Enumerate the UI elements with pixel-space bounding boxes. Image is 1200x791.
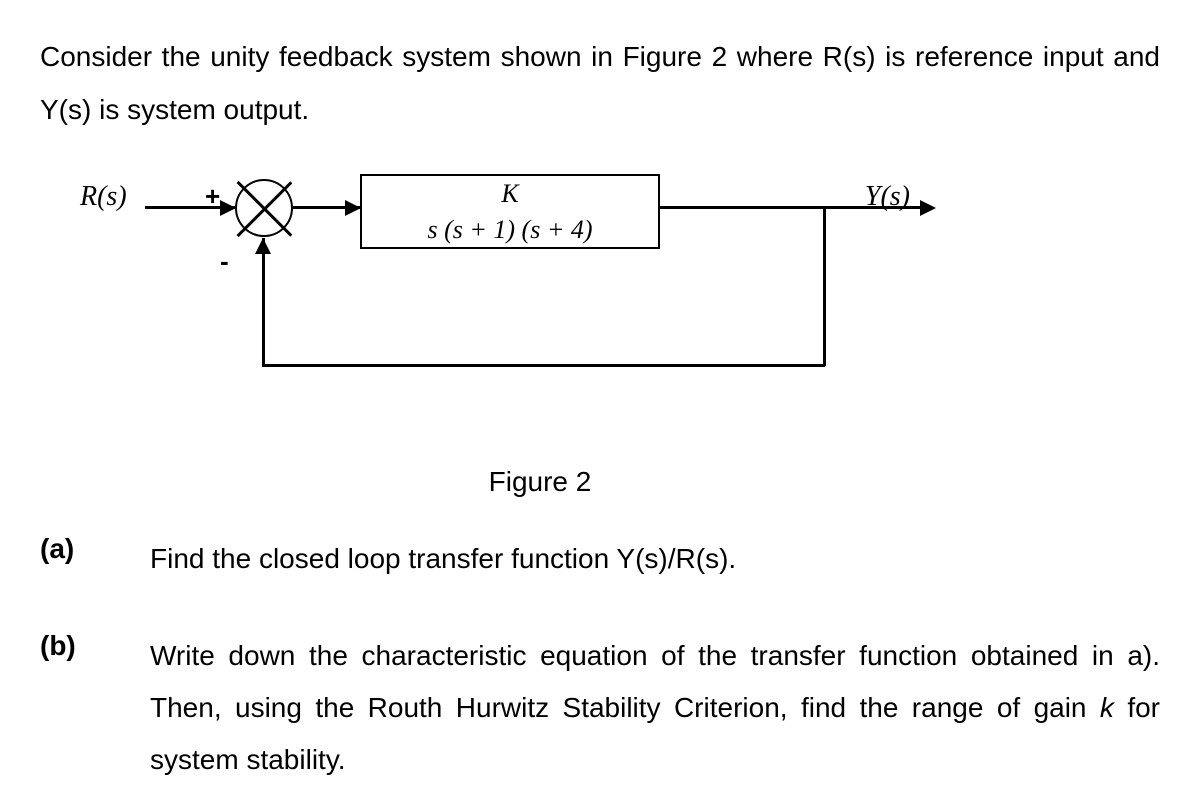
signal-line xyxy=(660,206,825,209)
question-text: Write down the characteristic equation o… xyxy=(150,630,1160,785)
arrow-icon xyxy=(220,200,236,216)
feedback-line xyxy=(823,206,826,366)
input-signal-label: R(s) xyxy=(80,181,127,213)
output-signal-label: Y(s) xyxy=(865,181,910,213)
question-text-part: Write down the characteristic equation o… xyxy=(150,640,1160,723)
figure-caption: Figure 2 xyxy=(0,466,1160,498)
question-a: (a) Find the closed loop transfer functi… xyxy=(40,533,1160,585)
feedback-line xyxy=(262,238,265,366)
tf-numerator: K xyxy=(501,179,518,212)
arrow-icon xyxy=(920,200,936,216)
summing-junction-icon xyxy=(235,179,293,237)
arrow-icon xyxy=(255,238,271,254)
feedback-line xyxy=(262,364,825,367)
question-b: (b) Write down the characteristic equati… xyxy=(40,630,1160,785)
question-label: (a) xyxy=(40,533,150,585)
minus-sign: - xyxy=(220,246,229,277)
transfer-function-block: K s (s + 1) (s + 4) xyxy=(360,174,660,249)
arrow-icon xyxy=(345,200,361,216)
block-diagram: R(s) + - K s (s + 1) (s + 4) Y(s) xyxy=(40,176,1160,446)
tf-denominator: s (s + 1) (s + 4) xyxy=(427,212,592,245)
italic-variable: k xyxy=(1100,692,1114,723)
question-text: Find the closed loop transfer function Y… xyxy=(150,533,1160,585)
intro-text: Consider the unity feedback system shown… xyxy=(40,30,1160,136)
question-label: (b) xyxy=(40,630,150,785)
